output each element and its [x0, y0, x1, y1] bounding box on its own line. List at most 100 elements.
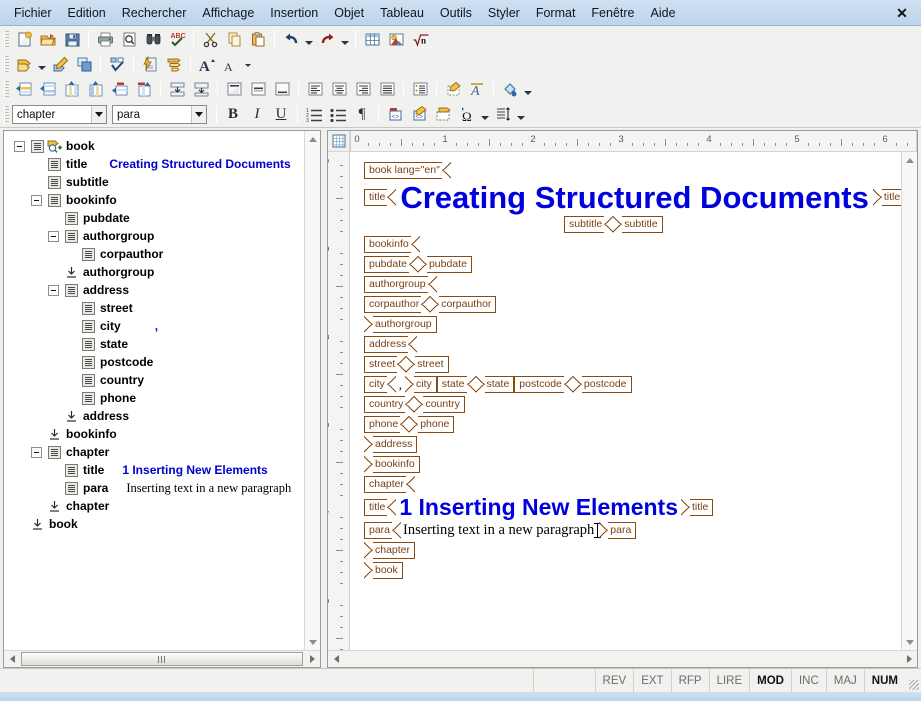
close-tag-title[interactable]: title [872, 188, 901, 206]
open-tag-country[interactable]: country [364, 395, 415, 413]
paragraph-props-icon[interactable] [408, 79, 432, 101]
scroll-down-icon[interactable] [902, 634, 918, 650]
yellow-tag-icon[interactable] [12, 54, 36, 76]
toolbar-grip[interactable] [4, 55, 9, 74]
status-indicator-rfp[interactable]: RFP [670, 669, 709, 692]
split-cells-icon[interactable] [189, 79, 213, 101]
close-tag-bookinfo[interactable]: bookinfo [364, 455, 420, 473]
open-tag-postcode[interactable]: postcode [514, 375, 573, 393]
undo-arrow-icon[interactable] [279, 29, 303, 51]
chevron-down-icon[interactable] [191, 106, 206, 123]
close-tag-para[interactable]: para [599, 521, 637, 539]
merge-cells-icon[interactable] [165, 79, 189, 101]
bullet-list-icon[interactable] [326, 104, 350, 126]
open-tag-subtitle[interactable]: subtitle [564, 215, 614, 233]
pencil-tag-icon[interactable] [48, 54, 72, 76]
close-tag-state[interactable]: state [475, 375, 515, 393]
document-canvas[interactable]: book lang="en" title Creating Structured D… [350, 152, 901, 650]
tree-row[interactable]: title Creating Structured Documents [10, 155, 304, 173]
scissors-icon[interactable] [198, 29, 222, 51]
tree-row[interactable]: book [10, 515, 304, 533]
row-insert-below-icon[interactable] [36, 79, 60, 101]
row-insert-above-icon[interactable] [12, 79, 36, 101]
scroll-down-icon[interactable] [305, 634, 321, 650]
align-middle-icon[interactable] [246, 79, 270, 101]
font-shrink-icon[interactable]: A [219, 54, 243, 76]
tree-row[interactable]: city, [10, 317, 304, 335]
copy-icon[interactable] [222, 29, 246, 51]
open-tag-street[interactable]: street [364, 355, 407, 373]
redo-arrow-icon[interactable] [315, 29, 339, 51]
tree-row[interactable]: bookinfo [10, 191, 304, 209]
printer-icon[interactable] [93, 29, 117, 51]
scroll-left-icon[interactable] [328, 652, 344, 667]
column-delete-icon[interactable] [132, 79, 156, 101]
menu-item-insertion[interactable]: Insertion [262, 3, 326, 23]
minus-box-icon[interactable] [30, 194, 42, 206]
fill-color-dropdown-icon[interactable] [522, 79, 534, 101]
select-all-table-icon[interactable] [328, 131, 350, 151]
menu-item-rechercher[interactable]: Rechercher [114, 3, 195, 23]
menu-item-affichage[interactable]: Affichage [194, 3, 262, 23]
omega-icon[interactable]: Ω [455, 104, 479, 126]
paragraph-text[interactable]: Inserting text in a new paragraph [401, 522, 596, 539]
heading-text[interactable]: 1 Inserting New Elements [396, 496, 681, 519]
special-character-dropdown-icon[interactable] [479, 104, 491, 126]
close-tag-title[interactable]: title [680, 498, 714, 516]
line-spacing-icon[interactable] [491, 104, 515, 126]
open-tag-city[interactable]: city [364, 375, 396, 393]
tree-row[interactable]: bookinfo [10, 425, 304, 443]
save-disk-icon[interactable] [60, 29, 84, 51]
close-icon[interactable]: ✕ [893, 4, 911, 22]
open-tag-book[interactable]: book lang="en" [364, 161, 451, 179]
paste-icon[interactable] [246, 29, 270, 51]
tree-hscroll-thumb[interactable] [21, 652, 303, 666]
tree-collapse-toggle[interactable] [44, 227, 62, 245]
toolbar-grip[interactable] [4, 30, 9, 49]
dotted-tag-icon[interactable] [431, 104, 455, 126]
close-tag-city[interactable]: city [405, 375, 437, 393]
vertical-ruler[interactable]: 0 1 2 3 4 5 [328, 152, 350, 650]
tree-row[interactable]: subtitle [10, 173, 304, 191]
underline-button[interactable]: U [269, 104, 293, 126]
minus-box-icon[interactable] [13, 140, 25, 152]
document-scroll-track[interactable] [902, 168, 918, 634]
lightning-page-icon[interactable] [138, 54, 162, 76]
close-tag-address[interactable]: address [363, 435, 418, 453]
menu-item-format[interactable]: Format [528, 3, 584, 23]
align-left-icon[interactable] [303, 79, 327, 101]
status-indicator-num[interactable]: NUM [863, 669, 905, 692]
column-insert-left-icon[interactable] [60, 79, 84, 101]
scroll-up-icon[interactable] [902, 152, 918, 168]
tree-view[interactable]: book title Creating Structured Documents su… [4, 131, 304, 650]
paragraph-style-combo[interactable]: para [112, 105, 207, 124]
close-tag-pubdate[interactable]: pubdate [417, 255, 472, 273]
italic-button[interactable]: I [245, 104, 269, 126]
tree-collapse-toggle[interactable] [10, 137, 28, 155]
minus-box-icon[interactable] [47, 284, 59, 296]
open-tag-chapter[interactable]: chapter [364, 475, 416, 493]
table-grid-icon[interactable] [360, 29, 384, 51]
menu-item-tableau[interactable]: Tableau [372, 3, 432, 23]
close-tag-phone[interactable]: phone [409, 415, 455, 433]
tree-vertical-scrollbar[interactable] [304, 131, 320, 650]
close-tag-chapter[interactable]: chapter [363, 541, 416, 559]
open-tag-title[interactable]: title [364, 498, 397, 516]
undo-dropdown-icon[interactable] [303, 29, 315, 51]
open-tag-title[interactable]: title [364, 188, 397, 206]
close-tag-street[interactable]: street [406, 355, 449, 373]
menu-item-outils[interactable]: Outils [432, 3, 480, 23]
tree-row[interactable]: authorgroup [10, 227, 304, 245]
element-style-combo[interactable]: chapter [12, 105, 107, 124]
cell-highlight-icon[interactable] [441, 79, 465, 101]
tree-row[interactable]: phone [10, 389, 304, 407]
align-center-icon[interactable] [327, 79, 351, 101]
document-hscroll-track[interactable] [344, 652, 901, 667]
tree-row[interactable]: country [10, 371, 304, 389]
line-spacing-dropdown-icon[interactable] [515, 104, 527, 126]
insert-element-dropdown-icon[interactable] [36, 54, 48, 76]
menu-item-fichier[interactable]: Fichier [6, 3, 60, 23]
close-tag-postcode[interactable]: postcode [572, 375, 632, 393]
menu-item-edition[interactable]: Edition [60, 3, 114, 23]
open-tag-phone[interactable]: phone [364, 415, 410, 433]
